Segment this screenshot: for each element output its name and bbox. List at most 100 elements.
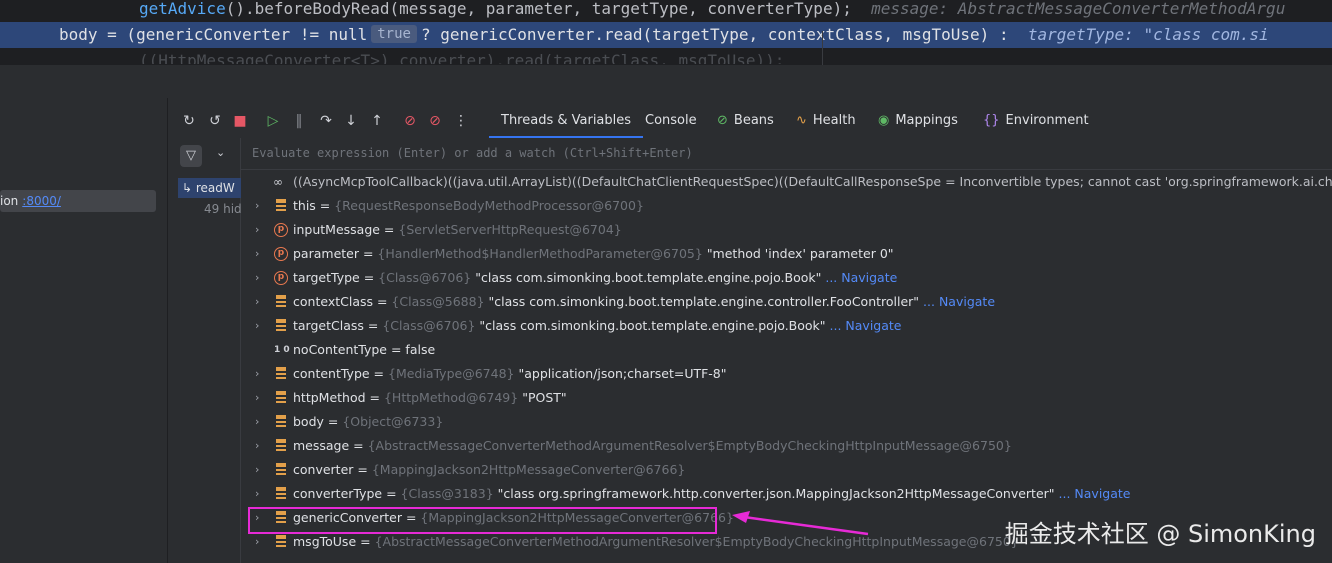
chevron-right-icon[interactable]: › [255,194,265,218]
variable-type: {MediaType@6748} [388,366,515,381]
variable-row[interactable]: 1 0 noContentType = false [241,338,1332,362]
variable-row[interactable]: › converterType = {Class@3183} "class org… [241,482,1332,506]
stop-icon[interactable]: ■ [231,112,249,130]
variable-row[interactable]: › httpMethod = {HttpMethod@6749} "POST" [241,386,1332,410]
chevron-right-icon[interactable]: › [255,458,265,482]
tab-mappings[interactable]: ◉ Mappings [878,104,958,138]
chevron-right-icon[interactable]: › [255,482,265,506]
tab-environment[interactable]: {} Environment [983,104,1089,138]
tab-threads-variables[interactable]: Threads & Variables [488,104,644,138]
hidden-frames-label[interactable]: 49 hid [204,202,241,216]
frame-item-current[interactable]: ↳ readW [178,178,241,198]
navigate-link[interactable]: ... Navigate [825,270,897,285]
variable-type: {Class@5688} [391,294,485,309]
evaluate-expression-input[interactable]: Evaluate expression (Enter) or add a wat… [241,138,1332,170]
restart-icon[interactable]: ↺ [206,112,224,130]
variable-value: "POST" [522,390,567,405]
variable-type: {Class@6706} [378,270,472,285]
code-editor[interactable]: getAdvice().beforeBodyRead(message, para… [0,0,1332,64]
more-options-icon[interactable]: ⋮ [452,112,470,130]
inline-hint: targetType: "class com.si [1027,25,1269,44]
pause-icon[interactable]: ‖ [290,112,308,130]
variable-name: msgToUse [293,534,357,549]
inline-value-badge: true [371,25,417,43]
field-icon [274,295,288,309]
service-item-selected[interactable]: ion:8000/ [0,190,156,212]
resume-icon[interactable]: ▷ [264,112,282,130]
variable-type: {HandlerMethod$HandlerMethodParameter@67… [377,246,703,261]
variable-type: {MappingJackson2HttpMessageConverter@676… [371,462,686,477]
step-out-icon[interactable]: ↑ [368,112,386,130]
variable-name: httpMethod [293,390,366,405]
variable-name: targetType [293,270,360,285]
variable-row[interactable]: ∞ ((AsyncMcpToolCallback)((java.util.Arra… [241,170,1332,194]
parameter-icon: p [274,271,288,285]
tab-label: Threads & Variables [501,113,632,128]
variable-row[interactable]: › p inputMessage = {ServletServerHttpReque… [241,218,1332,242]
chevron-down-icon[interactable]: ⌄ [216,146,225,159]
highlight-box [248,507,717,534]
chevron-right-icon[interactable]: › [255,362,265,386]
variable-value: "class com.simonking.boot.template.engin… [488,294,920,309]
tab-label: Environment [1005,113,1089,128]
variable-row[interactable]: › body = {Object@6733} [241,410,1332,434]
view-breakpoints-icon[interactable]: ⊘ [401,112,419,130]
chevron-right-icon[interactable]: › [255,434,265,458]
service-port-link[interactable]: :8000/ [22,194,61,208]
variable-type: {AbstractMessageConverterMethodArgumentR… [374,534,1019,549]
variable-text: targetClass = {Class@6706} "class com.si… [293,318,902,333]
mute-breakpoints-icon[interactable]: ⊘ [426,112,444,130]
chevron-right-icon[interactable]: › [255,410,265,434]
tab-beans[interactable]: ⊘ Beans [717,104,774,138]
variable-text: body = {Object@6733} [293,414,444,429]
variable-text: converterType = {Class@3183} "class org.… [293,486,1131,501]
navigate-link[interactable]: ... Navigate [923,294,995,309]
field-icon [274,199,288,213]
rerun-icon[interactable]: ↻ [180,112,198,130]
variable-row[interactable]: › p targetType = {Class@6706} "class com.s… [241,266,1332,290]
variable-row[interactable]: › this = {RequestResponseBodyMethodProces… [241,194,1332,218]
variable-name: contentType [293,366,370,381]
field-icon [274,415,288,429]
navigate-link[interactable]: ... Navigate [830,318,902,333]
chevron-right-icon[interactable]: › [255,242,265,266]
tab-health[interactable]: ∿ Health [796,104,856,138]
editor-margin-line [822,31,823,65]
inline-hint: message: AbstractMessageConverterMethodA… [871,0,1286,18]
variable-row[interactable]: › contentType = {MediaType@6748} "applica… [241,362,1332,386]
variable-text: converter = {MappingJackson2HttpMessageC… [293,462,686,477]
code-line-3: ((HttpMessageConverter<T>) converter).re… [0,48,1332,64]
variable-row[interactable]: › converter = {MappingJackson2HttpMessage… [241,458,1332,482]
variable-row[interactable]: › p parameter = {HandlerMethod$HandlerMeth… [241,242,1332,266]
step-over-icon[interactable]: ↷ [317,112,335,130]
variable-row[interactable]: › message = {AbstractMessageConverterMeth… [241,434,1332,458]
chevron-right-icon[interactable]: › [255,218,265,242]
code-text: ? genericConverter.read(targetType, cont… [420,25,1009,44]
variable-name: body [293,414,324,429]
variable-name: noContentType [293,342,387,357]
variable-type: {Class@3183} [400,486,494,501]
code-text: body = (genericConverter != null [59,25,368,44]
watch-expression: ((AsyncMcpToolCallback)((java.util.Array… [293,174,1332,189]
chevron-right-icon[interactable]: › [255,290,265,314]
chevron-right-icon[interactable]: › [255,386,265,410]
filter-icon[interactable]: ▽ [180,145,202,167]
variable-text: httpMethod = {HttpMethod@6749} "POST" [293,390,567,405]
chevron-right-icon[interactable]: › [255,314,265,338]
chevron-right-icon[interactable]: › [255,266,265,290]
variable-text: targetType = {Class@6706} "class com.sim… [293,270,898,285]
tab-label: Console [645,113,697,128]
watermark: 掘金技术社区 @ SimonKing [1004,520,1316,548]
variable-row[interactable]: › contextClass = {Class@5688} "class com.… [241,290,1332,314]
variable-value: "application/json;charset=UTF-8" [518,366,727,381]
parameter-icon: p [274,247,288,261]
variable-row[interactable]: › targetClass = {Class@6706} "class com.s… [241,314,1332,338]
tab-console[interactable]: Console [645,104,697,138]
health-icon: ∿ [796,113,807,128]
watch-icon: ∞ [273,175,283,189]
variable-type: {AbstractMessageConverterMethodArgumentR… [367,438,1012,453]
variable-name: this [293,198,316,213]
field-icon [274,367,288,381]
step-into-icon[interactable]: ↓ [342,112,360,130]
navigate-link[interactable]: ... Navigate [1059,486,1131,501]
